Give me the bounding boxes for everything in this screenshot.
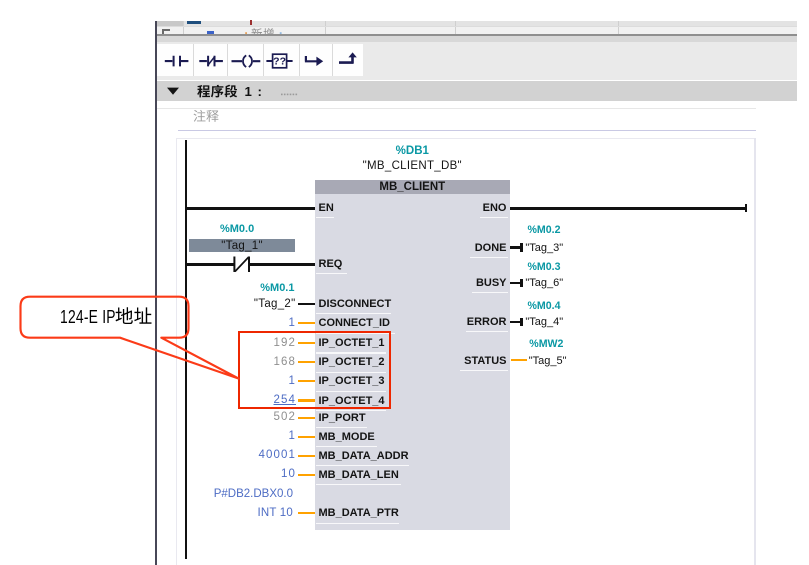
- svg-text:??: ??: [273, 55, 286, 67]
